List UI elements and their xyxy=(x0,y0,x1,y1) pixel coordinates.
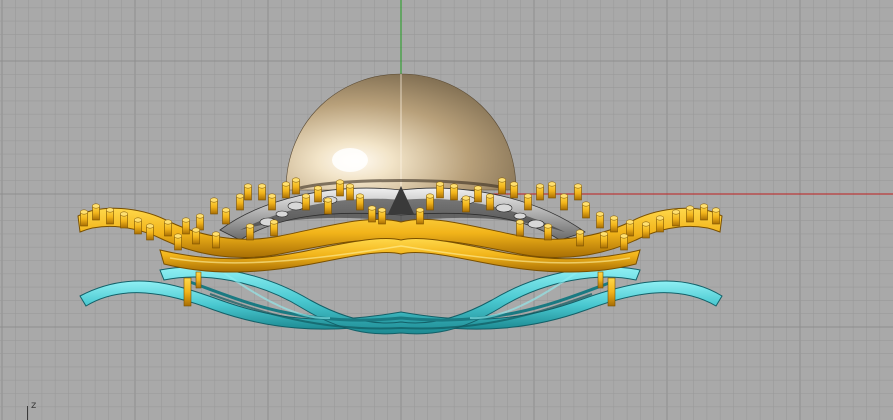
prong xyxy=(257,183,267,201)
prong xyxy=(515,219,525,237)
prong xyxy=(535,183,545,201)
prong xyxy=(699,203,709,221)
prong xyxy=(425,193,435,211)
prong xyxy=(685,205,695,223)
prong xyxy=(435,181,445,199)
prong xyxy=(355,193,365,211)
prong xyxy=(367,205,377,223)
rhino-viewport[interactable]: z xyxy=(0,0,893,420)
prong xyxy=(377,207,387,225)
prong xyxy=(509,181,519,199)
prong xyxy=(449,183,459,201)
prong xyxy=(415,207,425,225)
prong xyxy=(119,211,129,229)
prong xyxy=(235,193,245,211)
prong xyxy=(461,195,471,213)
prong xyxy=(485,193,495,211)
prong xyxy=(575,229,585,247)
prong xyxy=(619,233,629,251)
prong xyxy=(655,215,665,233)
prong xyxy=(105,207,115,225)
prong xyxy=(243,183,253,201)
prong xyxy=(625,219,635,237)
prong xyxy=(301,193,311,211)
prong xyxy=(671,209,681,227)
prong xyxy=(559,193,569,211)
prong xyxy=(711,207,721,225)
prong xyxy=(245,223,255,241)
prong xyxy=(281,181,291,199)
prong xyxy=(221,207,231,225)
prong xyxy=(547,181,557,199)
prong xyxy=(473,185,483,203)
prong xyxy=(581,201,591,219)
prong xyxy=(595,211,605,229)
prong xyxy=(573,183,583,201)
prong xyxy=(195,213,205,231)
prong xyxy=(163,219,173,237)
prong xyxy=(173,233,183,251)
prong xyxy=(609,215,619,233)
prong xyxy=(323,197,333,215)
prong xyxy=(345,183,355,201)
prong xyxy=(269,219,279,237)
prong xyxy=(599,231,609,249)
axis-indicator-line xyxy=(27,406,28,420)
prong xyxy=(335,179,345,197)
prong xyxy=(291,177,301,195)
prong xyxy=(543,223,553,241)
prong xyxy=(209,197,219,215)
prong xyxy=(133,217,143,235)
prong xyxy=(211,231,221,249)
prong xyxy=(79,209,89,227)
axis-indicator-z-label: z xyxy=(31,400,37,411)
prong xyxy=(523,193,533,211)
viewport-canvas[interactable] xyxy=(0,0,893,420)
prong xyxy=(267,193,277,211)
prong xyxy=(313,185,323,203)
prong xyxy=(145,223,155,241)
prong xyxy=(181,217,191,235)
prong xyxy=(191,227,201,245)
prong xyxy=(497,177,507,195)
prong xyxy=(641,221,651,239)
prong xyxy=(91,203,101,221)
